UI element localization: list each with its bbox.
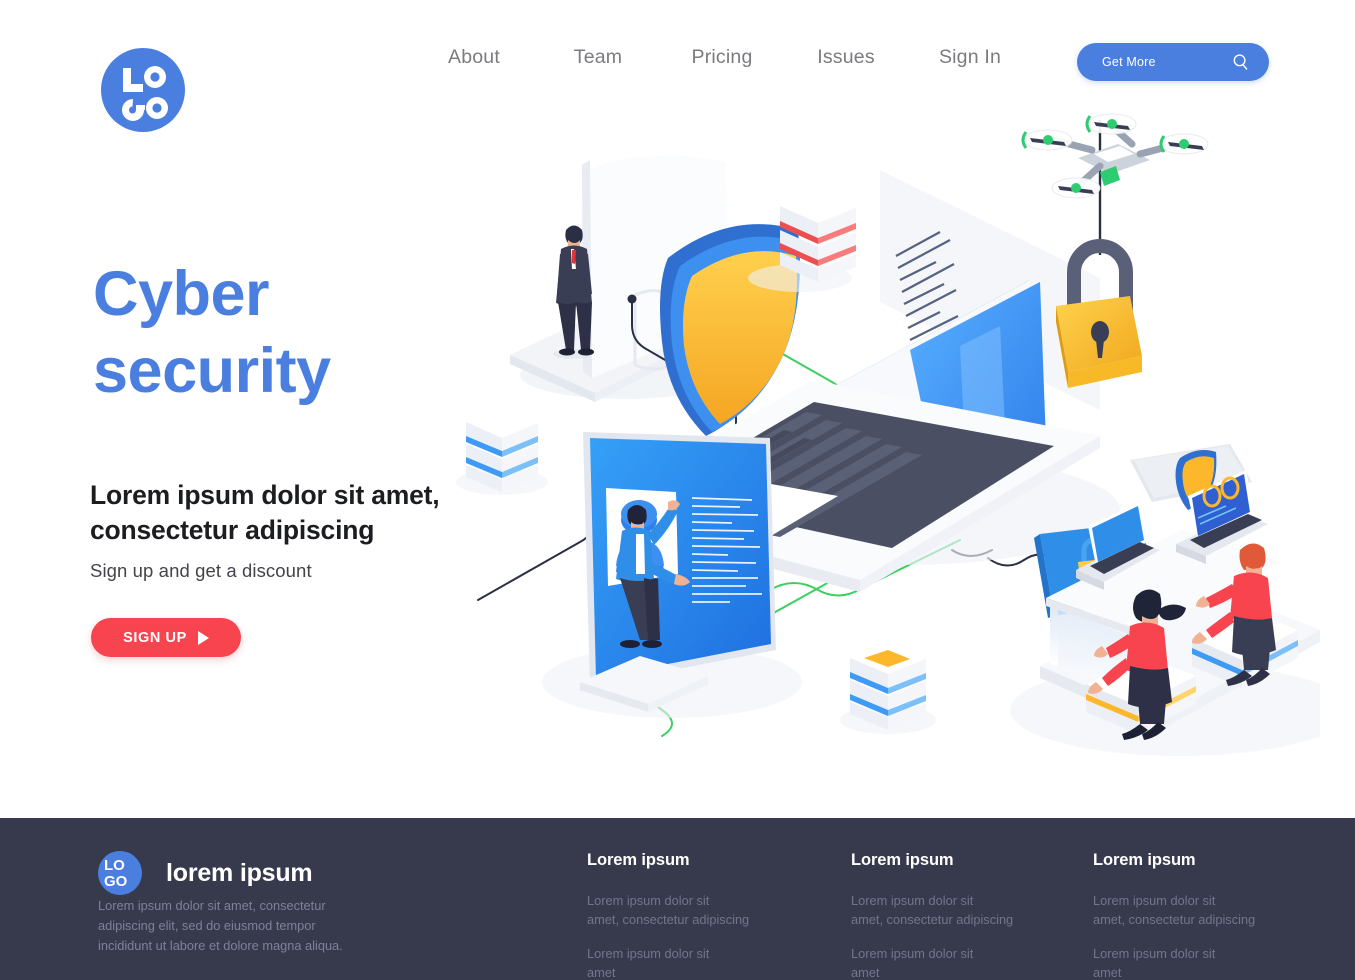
footer-column-title: Lorem ipsum: [587, 851, 690, 869]
sign-up-label: SIGN UP: [123, 629, 187, 646]
footer-link[interactable]: Lorem ipsum dolor sit amet, consectetur …: [1093, 891, 1255, 930]
blue-striped-stack-left: [456, 408, 548, 495]
get-more-button[interactable]: Get More: [1077, 43, 1269, 81]
hero-note: Sign up and get a discount: [90, 560, 312, 581]
main-navigation: About Team Pricing Issues Sign In: [412, 46, 1032, 69]
footer-column-title: Lorem ipsum: [1093, 851, 1196, 869]
footer-column-1: Lorem ipsum Lorem ipsum dolor sit amet, …: [587, 851, 749, 980]
site-footer: LO GO lorem ipsum Lorem ipsum dolor sit …: [0, 818, 1355, 980]
footer-description: Lorem ipsum dolor sit amet, consectetur …: [98, 898, 343, 954]
nav-item-team[interactable]: Team: [536, 46, 660, 69]
search-icon: [1233, 54, 1248, 70]
quadcopter-drone: [1021, 113, 1209, 199]
nav-item-pricing[interactable]: Pricing: [660, 46, 784, 69]
nav-item-about[interactable]: About: [412, 46, 536, 69]
page-title: Cyber security: [93, 259, 331, 406]
play-triangle-icon: [197, 630, 209, 645]
hero-subtitle: Lorem ipsum dolor sit amet, consectetur …: [90, 480, 440, 545]
landing-page: About Team Pricing Issues Sign In Get Mo…: [0, 0, 1355, 980]
sign-up-button[interactable]: SIGN UP: [91, 618, 241, 657]
nav-item-sign-in[interactable]: Sign In: [908, 46, 1032, 69]
footer-link[interactable]: Lorem ipsum dolor sit amet: [851, 944, 1013, 980]
nav-item-issues[interactable]: Issues: [784, 46, 908, 69]
footer-column-title: Lorem ipsum: [851, 851, 954, 869]
blue-striped-stack-gold-top: [840, 644, 936, 734]
footer-brand-name: lorem ipsum: [166, 859, 313, 887]
footer-link[interactable]: Lorem ipsum dolor sit amet, consectetur …: [851, 891, 1013, 930]
hero-illustration: [440, 110, 1320, 810]
footer-link[interactable]: Lorem ipsum dolor sit amet, consectetur …: [587, 891, 749, 930]
logo-icon: LO GO: [98, 851, 142, 895]
brand-logo[interactable]: [97, 44, 189, 136]
svg-text:LO: LO: [104, 857, 125, 874]
get-more-label: Get More: [1102, 55, 1156, 69]
footer-link[interactable]: Lorem ipsum dolor sit amet: [587, 944, 749, 980]
logo-icon: [101, 48, 185, 132]
footer-link[interactable]: Lorem ipsum dolor sit amet: [1093, 944, 1255, 980]
footer-column-3: Lorem ipsum Lorem ipsum dolor sit amet, …: [1093, 851, 1255, 980]
footer-column-2: Lorem ipsum Lorem ipsum dolor sit amet, …: [851, 851, 1013, 980]
footer-logo[interactable]: LO GO: [97, 850, 143, 896]
site-header: About Team Pricing Issues Sign In Get Mo…: [0, 0, 1355, 132]
svg-text:GO: GO: [104, 873, 128, 890]
